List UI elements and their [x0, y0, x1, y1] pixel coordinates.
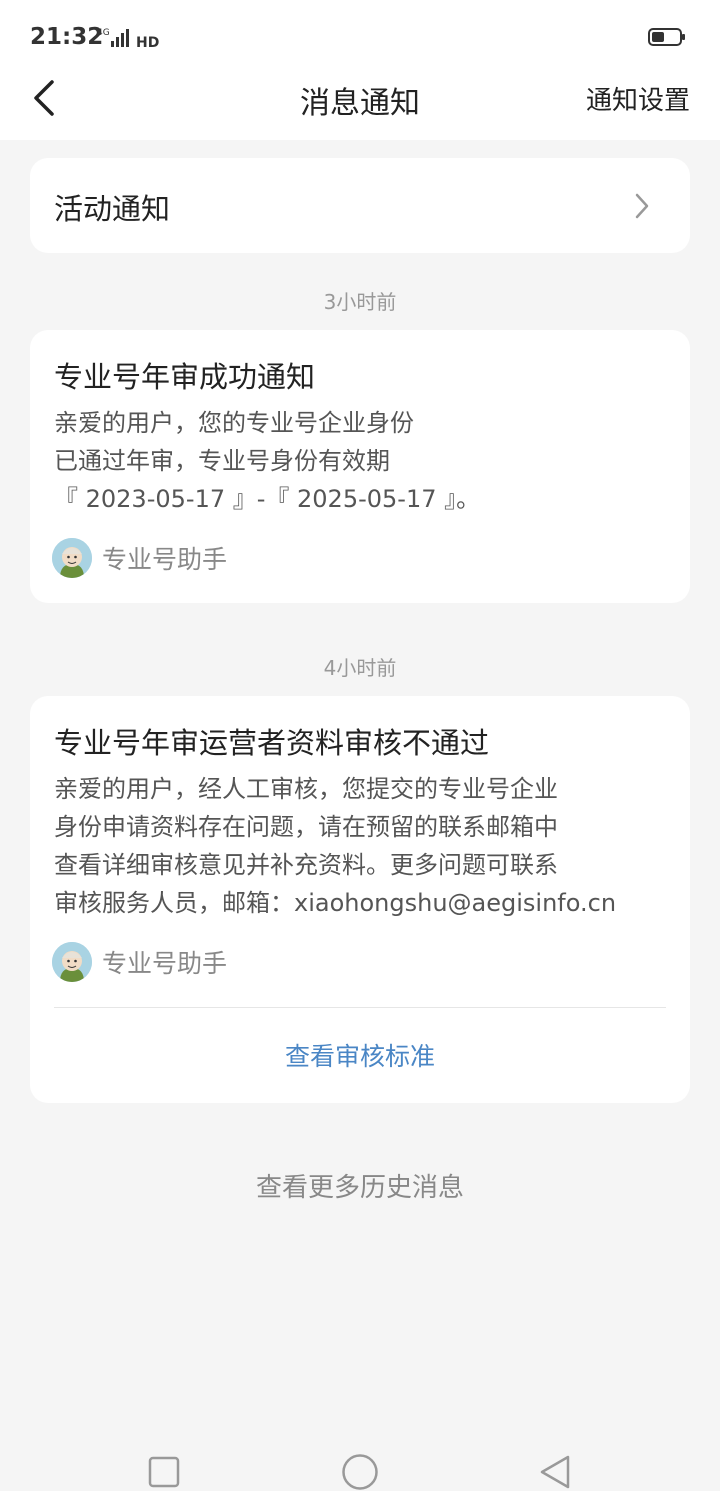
notification-settings-button[interactable]: 通知设置	[586, 80, 690, 117]
view-review-standards-button[interactable]: 查看审核标准	[30, 1037, 690, 1073]
message-sender[interactable]: 专业号助手	[52, 537, 227, 579]
assistant-avatar	[52, 942, 92, 982]
message-sender[interactable]: 专业号助手	[52, 941, 227, 983]
message-title: 专业号年审运营者资料审核不通过	[54, 726, 490, 760]
status-time: 21:32	[30, 24, 104, 50]
status-bar: 21:32 4G HD	[0, 0, 720, 70]
home-icon[interactable]	[341, 1453, 379, 1491]
message-body-line: 已通过年审，专业号身份有效期	[54, 447, 390, 475]
message-title: 专业号年审成功通知	[54, 360, 316, 394]
nav-bar: 消息通知 通知设置	[0, 70, 720, 140]
message-time-label: 4小时前	[323, 656, 397, 680]
sender-name: 专业号助手	[102, 545, 228, 574]
message-card[interactable]: 专业号年审运营者资料审核不通过 亲爱的用户，经人工审核，您提交的专业号企业 身份…	[30, 696, 690, 1103]
activity-notifications-entry[interactable]: 活动通知	[30, 158, 690, 253]
message-card[interactable]: 专业号年审成功通知 亲爱的用户，您的专业号企业身份 已通过年审，专业号身份有效期…	[30, 330, 690, 603]
message-body-line: 亲爱的用户，经人工审核，您提交的专业号企业	[54, 775, 558, 803]
activity-notifications-label: 活动通知	[54, 192, 171, 226]
view-more-history-button[interactable]: 查看更多历史消息	[0, 1167, 720, 1204]
system-nav-bar	[0, 1440, 720, 1490]
assistant-avatar	[52, 538, 92, 578]
chevron-right-icon	[635, 193, 649, 219]
message-body-line: 身份申请资料存在问题，请在预留的联系邮箱中	[54, 813, 558, 841]
message-time-label: 3小时前	[323, 290, 397, 314]
message-body: 亲爱的用户，经人工审核，您提交的专业号企业 身份申请资料存在问题，请在预留的联系…	[54, 770, 674, 922]
signal-icon: 4G HD	[97, 28, 159, 50]
message-body-line: 查看详细审核意见并补充资料。更多问题可联系	[54, 851, 558, 879]
message-body-line: 审核服务人员，邮箱：xiaohongshu@aegisinfo.cn	[54, 889, 617, 917]
battery-icon	[648, 28, 685, 46]
recent-apps-icon[interactable]	[148, 1456, 180, 1488]
sender-name: 专业号助手	[102, 949, 228, 978]
card-divider	[54, 1007, 666, 1008]
hd-label: HD	[136, 35, 159, 50]
message-body-line: 亲爱的用户，您的专业号企业身份	[54, 409, 414, 437]
header: 21:32 4G HD 消息通知 通知设置	[0, 0, 720, 140]
message-body: 亲爱的用户，您的专业号企业身份 已通过年审，专业号身份有效期 『 2023-05…	[54, 404, 674, 518]
network-label: 4G	[97, 28, 110, 38]
message-body-line: 『 2023-05-17 』-『 2025-05-17 』。	[54, 485, 481, 513]
back-icon[interactable]	[538, 1454, 572, 1490]
